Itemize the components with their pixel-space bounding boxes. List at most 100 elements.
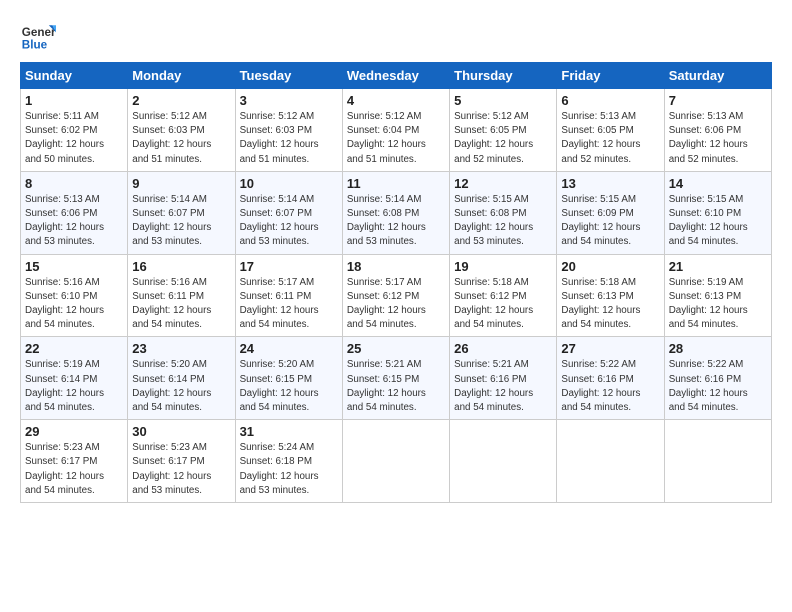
week-row-4: 22Sunrise: 5:19 AM Sunset: 6:14 PM Dayli… (21, 337, 772, 420)
calendar-cell: 16 Sunrise: 5:16 AM Sunset: 6:11 PM Dayli… (128, 254, 235, 337)
day-number: 29 (25, 424, 123, 439)
day-number: 30 (132, 424, 230, 439)
day-info: Sunrise: 5:17 AM Sunset: 6:11 PM Dayligh… (240, 276, 338, 333)
day-info: Sunrise: 5:20 AM Sunset: 6:15 PM Dayligh… (240, 358, 338, 415)
week-row-5: 29 Sunrise: 5:23 AM Sunset: 6:17 PM Dayli… (21, 420, 772, 503)
weekday-header-friday: Friday (557, 63, 664, 89)
day-number: 16 (132, 259, 230, 274)
day-info: Sunrise: 5:15 AM Sunset: 6:09 PM Dayligh… (561, 193, 659, 250)
calendar-cell: 29 Sunrise: 5:23 AM Sunset: 6:17 PM Dayli… (21, 420, 128, 503)
calendar-cell: 17 Sunrise: 5:17 AM Sunset: 6:11 PM Dayli… (235, 254, 342, 337)
calendar-table: SundayMondayTuesdayWednesdayThursdayFrid… (20, 62, 772, 503)
calendar-cell: 21 Sunrise: 5:19 AM Sunset: 6:13 PM Dayli… (664, 254, 771, 337)
calendar-cell: 11 Sunrise: 5:14 AM Sunset: 6:08 PM Dayli… (342, 171, 449, 254)
calendar-cell: 28Sunrise: 5:22 AM Sunset: 6:16 PM Dayli… (664, 337, 771, 420)
day-info: Sunrise: 5:21 AM Sunset: 6:15 PM Dayligh… (347, 358, 445, 415)
day-number: 5 (454, 93, 552, 108)
calendar-cell: 31 Sunrise: 5:24 AM Sunset: 6:18 PM Dayli… (235, 420, 342, 503)
day-info: Sunrise: 5:20 AM Sunset: 6:14 PM Dayligh… (132, 358, 230, 415)
calendar-cell: 19 Sunrise: 5:18 AM Sunset: 6:12 PM Dayli… (450, 254, 557, 337)
day-info: Sunrise: 5:23 AM Sunset: 6:17 PM Dayligh… (132, 441, 230, 498)
calendar-cell: 13 Sunrise: 5:15 AM Sunset: 6:09 PM Dayli… (557, 171, 664, 254)
day-info: Sunrise: 5:16 AM Sunset: 6:11 PM Dayligh… (132, 276, 230, 333)
calendar-cell: 26 Sunrise: 5:21 AM Sunset: 6:16 PM Dayli… (450, 337, 557, 420)
day-info: Sunrise: 5:19 AM Sunset: 6:14 PM Dayligh… (25, 358, 123, 415)
day-number: 15 (25, 259, 123, 274)
weekday-header-monday: Monday (128, 63, 235, 89)
day-number: 6 (561, 93, 659, 108)
day-info: Sunrise: 5:21 AM Sunset: 6:16 PM Dayligh… (454, 358, 552, 415)
calendar-cell: 18 Sunrise: 5:17 AM Sunset: 6:12 PM Dayli… (342, 254, 449, 337)
calendar-cell: 6 Sunrise: 5:13 AM Sunset: 6:05 PM Daylig… (557, 89, 664, 172)
day-number: 13 (561, 176, 659, 191)
day-info: Sunrise: 5:12 AM Sunset: 6:05 PM Dayligh… (454, 110, 552, 167)
day-number: 11 (347, 176, 445, 191)
day-number: 1 (25, 93, 123, 108)
calendar-cell: 5 Sunrise: 5:12 AM Sunset: 6:05 PM Daylig… (450, 89, 557, 172)
day-info: Sunrise: 5:17 AM Sunset: 6:12 PM Dayligh… (347, 276, 445, 333)
day-number: 10 (240, 176, 338, 191)
weekday-header-wednesday: Wednesday (342, 63, 449, 89)
day-info: Sunrise: 5:19 AM Sunset: 6:13 PM Dayligh… (669, 276, 767, 333)
calendar-cell: 3 Sunrise: 5:12 AM Sunset: 6:03 PM Daylig… (235, 89, 342, 172)
day-number: 14 (669, 176, 767, 191)
day-number: 17 (240, 259, 338, 274)
day-info: Sunrise: 5:18 AM Sunset: 6:13 PM Dayligh… (561, 276, 659, 333)
calendar-cell: 10 Sunrise: 5:14 AM Sunset: 6:07 PM Dayli… (235, 171, 342, 254)
day-info: Sunrise: 5:24 AM Sunset: 6:18 PM Dayligh… (240, 441, 338, 498)
day-number: 8 (25, 176, 123, 191)
weekday-header-tuesday: Tuesday (235, 63, 342, 89)
calendar-cell: 9 Sunrise: 5:14 AM Sunset: 6:07 PM Daylig… (128, 171, 235, 254)
day-info: Sunrise: 5:18 AM Sunset: 6:12 PM Dayligh… (454, 276, 552, 333)
calendar-cell: 25 Sunrise: 5:21 AM Sunset: 6:15 PM Dayli… (342, 337, 449, 420)
day-number: 19 (454, 259, 552, 274)
day-info: Sunrise: 5:13 AM Sunset: 6:05 PM Dayligh… (561, 110, 659, 167)
day-info: Sunrise: 5:14 AM Sunset: 6:07 PM Dayligh… (240, 193, 338, 250)
day-number: 3 (240, 93, 338, 108)
day-info: Sunrise: 5:12 AM Sunset: 6:03 PM Dayligh… (132, 110, 230, 167)
day-info: Sunrise: 5:14 AM Sunset: 6:07 PM Dayligh… (132, 193, 230, 250)
day-number: 9 (132, 176, 230, 191)
calendar-cell: 27 Sunrise: 5:22 AM Sunset: 6:16 PM Dayli… (557, 337, 664, 420)
day-info: Sunrise: 5:13 AM Sunset: 6:06 PM Dayligh… (25, 193, 123, 250)
day-number: 31 (240, 424, 338, 439)
calendar-cell: 22Sunrise: 5:19 AM Sunset: 6:14 PM Dayli… (21, 337, 128, 420)
weekday-header-sunday: Sunday (21, 63, 128, 89)
day-number: 12 (454, 176, 552, 191)
calendar-cell (557, 420, 664, 503)
weekday-header-row: SundayMondayTuesdayWednesdayThursdayFrid… (21, 63, 772, 89)
day-info: Sunrise: 5:22 AM Sunset: 6:16 PM Dayligh… (669, 358, 767, 415)
day-number: 23 (132, 341, 230, 356)
day-number: 27 (561, 341, 659, 356)
day-number: 20 (561, 259, 659, 274)
day-info: Sunrise: 5:14 AM Sunset: 6:08 PM Dayligh… (347, 193, 445, 250)
day-info: Sunrise: 5:15 AM Sunset: 6:10 PM Dayligh… (669, 193, 767, 250)
day-number: 21 (669, 259, 767, 274)
header: General Blue (20, 18, 772, 54)
day-info: Sunrise: 5:13 AM Sunset: 6:06 PM Dayligh… (669, 110, 767, 167)
day-info: Sunrise: 5:16 AM Sunset: 6:10 PM Dayligh… (25, 276, 123, 333)
calendar-cell: 30 Sunrise: 5:23 AM Sunset: 6:17 PM Dayli… (128, 420, 235, 503)
week-row-1: 1Sunrise: 5:11 AM Sunset: 6:02 PM Daylig… (21, 89, 772, 172)
svg-text:Blue: Blue (22, 39, 48, 52)
day-number: 24 (240, 341, 338, 356)
logo: General Blue (20, 18, 62, 54)
calendar-cell: 23 Sunrise: 5:20 AM Sunset: 6:14 PM Dayli… (128, 337, 235, 420)
day-number: 7 (669, 93, 767, 108)
day-info: Sunrise: 5:22 AM Sunset: 6:16 PM Dayligh… (561, 358, 659, 415)
calendar-cell: 24 Sunrise: 5:20 AM Sunset: 6:15 PM Dayli… (235, 337, 342, 420)
day-number: 4 (347, 93, 445, 108)
day-info: Sunrise: 5:15 AM Sunset: 6:08 PM Dayligh… (454, 193, 552, 250)
week-row-2: 8 Sunrise: 5:13 AM Sunset: 6:06 PM Daylig… (21, 171, 772, 254)
day-number: 18 (347, 259, 445, 274)
calendar-cell: 12 Sunrise: 5:15 AM Sunset: 6:08 PM Dayli… (450, 171, 557, 254)
calendar-cell (342, 420, 449, 503)
week-row-3: 15 Sunrise: 5:16 AM Sunset: 6:10 PM Dayli… (21, 254, 772, 337)
calendar-cell: 1Sunrise: 5:11 AM Sunset: 6:02 PM Daylig… (21, 89, 128, 172)
weekday-header-thursday: Thursday (450, 63, 557, 89)
day-info: Sunrise: 5:12 AM Sunset: 6:03 PM Dayligh… (240, 110, 338, 167)
day-number: 25 (347, 341, 445, 356)
weekday-header-saturday: Saturday (664, 63, 771, 89)
day-info: Sunrise: 5:23 AM Sunset: 6:17 PM Dayligh… (25, 441, 123, 498)
day-number: 26 (454, 341, 552, 356)
